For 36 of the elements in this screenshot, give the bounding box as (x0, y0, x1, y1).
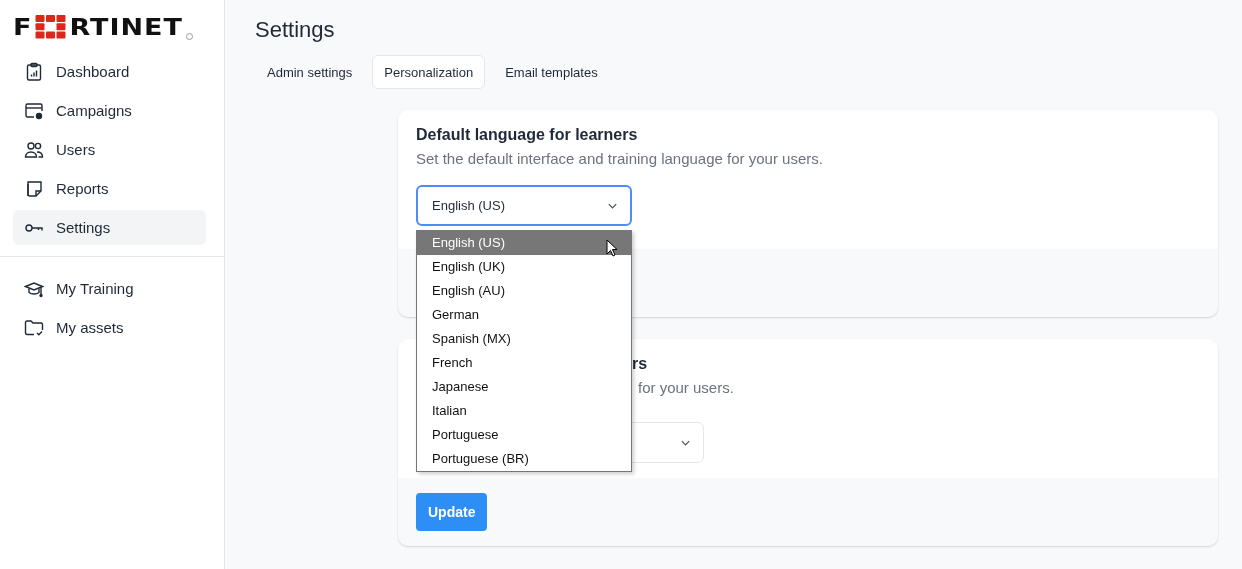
dropdown-option[interactable]: French (417, 351, 631, 375)
dropdown-option[interactable]: Italian (417, 399, 631, 423)
logo-text: RTINET (69, 15, 183, 39)
page-title: Settings (255, 17, 336, 43)
sidebar-item[interactable]: My assets (13, 310, 206, 345)
language-select[interactable]: English (US) (416, 185, 632, 226)
tab[interactable]: Admin settings (255, 55, 365, 89)
sidebar-item[interactable]: Users (13, 132, 206, 167)
chevron-down-icon (680, 438, 691, 447)
sidebar-item[interactable]: Campaigns (13, 93, 206, 128)
tab[interactable]: Email templates (493, 55, 610, 89)
dropdown-option[interactable]: Spanish (MX) (417, 327, 631, 351)
dropdown-option[interactable]: English (UK) (417, 255, 631, 279)
card-title: Default language for learners (416, 126, 639, 144)
mouse-pointer-icon (606, 239, 618, 257)
clipboard-chart-icon (24, 61, 44, 82)
card-description: for your users. (638, 379, 734, 396)
tab[interactable]: Personalization (372, 55, 486, 89)
dropdown-option[interactable]: German (417, 303, 631, 327)
dropdown-option[interactable]: Portuguese (BR) (417, 447, 631, 471)
folder-check-icon (24, 317, 44, 338)
sidebar-item[interactable]: Settings (13, 210, 206, 245)
dropdown-option[interactable]: English (AU) (417, 279, 631, 303)
dropdown-option[interactable]: Japanese (417, 375, 631, 399)
users-icon (24, 139, 44, 160)
card-title: rs (632, 355, 648, 373)
sidebar-item[interactable]: Reports (13, 171, 206, 206)
dropdown-option[interactable]: English (US) (417, 231, 631, 255)
sidebar-item[interactable]: My Training (13, 271, 206, 306)
logo-grid-icon (35, 15, 67, 39)
note-icon (24, 178, 44, 199)
card-description: Set the default interface and training language for your users. (416, 150, 824, 167)
chevron-down-icon (607, 201, 618, 210)
logo-text: F (13, 15, 33, 39)
sidebar-item[interactable]: Dashboard (13, 54, 206, 89)
dropdown-option[interactable]: Portuguese (417, 423, 631, 447)
